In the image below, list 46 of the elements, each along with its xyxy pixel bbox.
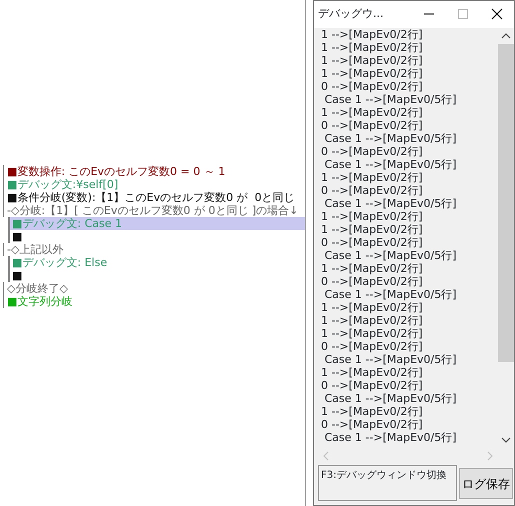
log-line: 1 -->[MapEv0/2行] xyxy=(321,262,424,275)
script-line[interactable]: ■変数操作: このEvのセルフ変数0 = 0 ～ 1 xyxy=(3,165,305,178)
log-line: 1 -->[MapEv0/2行] xyxy=(321,366,424,379)
log-line: 0 -->[MapEv0/2行] xyxy=(321,119,424,132)
log-line: Case 1 -->[MapEv0/5行] xyxy=(323,93,458,106)
log-line: 0 -->[MapEv0/2行] xyxy=(321,418,424,431)
script-line[interactable]: ◇分岐終了◇ xyxy=(3,282,305,295)
log-line: 0 -->[MapEv0/2行] xyxy=(321,340,424,353)
log-line: Case 1 -->[MapEv0/5行] xyxy=(323,392,458,405)
script-line[interactable]: ■条件分岐(変数):【1】このEvのセルフ変数0 が 0と同じ xyxy=(3,191,305,204)
log-line: 0 -->[MapEv0/2行] xyxy=(321,379,424,392)
log-line: 0 -->[MapEv0/2行] xyxy=(321,184,424,197)
log-line: 1 -->[MapEv0/2行] xyxy=(321,314,424,327)
log-line: 0 -->[MapEv0/2行] xyxy=(321,80,424,93)
log-line: 1 -->[MapEv0/2行] xyxy=(321,106,424,119)
log-line: Case 1 -->[MapEv0/5行] xyxy=(323,353,458,366)
save-log-button[interactable]: ログ保存 xyxy=(459,468,513,499)
script-line[interactable]: ■ xyxy=(8,230,305,243)
log-line: Case 1 -->[MapEv0/5行] xyxy=(323,431,458,444)
log-line: 1 -->[MapEv0/2行] xyxy=(321,67,424,80)
log-line: 1 -->[MapEv0/2行] xyxy=(321,41,424,54)
log-line: 0 -->[MapEv0/2行] xyxy=(321,275,424,288)
script-line[interactable]: -◇上記以外 xyxy=(3,243,305,256)
log-line: 0 -->[MapEv0/2行] xyxy=(321,145,424,158)
log-line: Case 1 -->[MapEv0/5行] xyxy=(323,249,458,262)
log-line: 1 -->[MapEv0/2行] xyxy=(321,301,424,314)
log-line: 1 -->[MapEv0/2行] xyxy=(321,28,424,41)
maximize-icon xyxy=(457,8,469,20)
log-line: Case 1 -->[MapEv0/5行] xyxy=(323,197,458,210)
log-line: 1 -->[MapEv0/2行] xyxy=(321,210,424,223)
status-text: F3:デバッグウィンドウ切換 xyxy=(318,465,457,501)
log-line: 1 -->[MapEv0/2行] xyxy=(321,54,424,67)
log-line: 1 -->[MapEv0/2行] xyxy=(321,327,424,340)
log-line: 1 -->[MapEv0/2行] xyxy=(321,223,424,236)
log-line: 0 -->[MapEv0/2行] xyxy=(321,236,424,249)
log-line: Case 1 -->[MapEv0/5行] xyxy=(323,132,458,145)
log-line: Case 1 -->[MapEv0/5行] xyxy=(323,288,458,301)
script-line[interactable]: ■デバッグ文: Else xyxy=(8,256,305,269)
log-line: 1 -->[MapEv0/2行] xyxy=(321,171,424,184)
script-line[interactable]: ■ xyxy=(8,269,305,282)
close-icon xyxy=(491,8,503,20)
script-line[interactable]: ■デバッグ文:¥self[0] xyxy=(3,178,305,191)
log-line: Case 1 -->[MapEv0/5行] xyxy=(323,158,458,171)
window-title: デバッグウ... xyxy=(317,6,384,22)
log-line: 1 -->[MapEv0/2行] xyxy=(321,405,424,418)
scrollbar-thumb[interactable] xyxy=(498,44,514,362)
